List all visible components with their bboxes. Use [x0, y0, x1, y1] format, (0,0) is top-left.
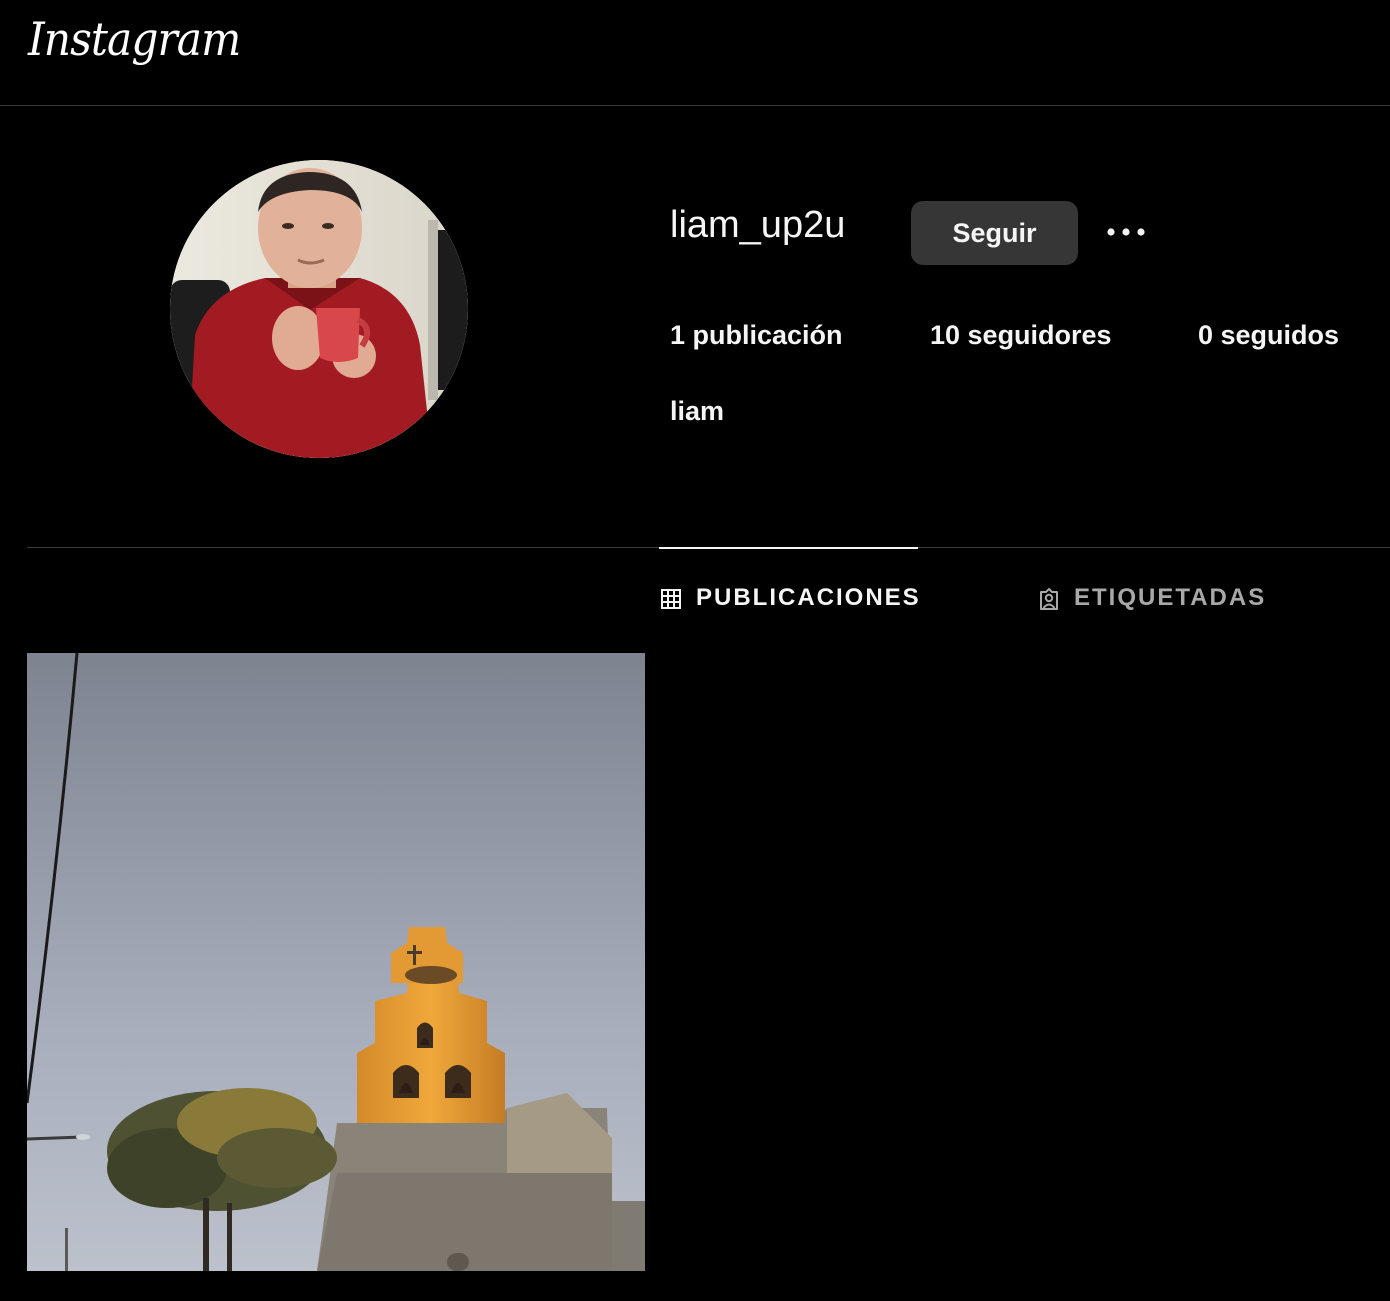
tab-posts[interactable]: PUBLICACIONES	[659, 547, 921, 647]
tagged-user-icon	[1037, 587, 1061, 611]
top-bar: Instagram	[0, 0, 1390, 106]
profile-display-name: liam	[670, 396, 725, 426]
tab-tagged[interactable]: ETIQUETADAS	[1037, 548, 1266, 648]
posts-count: 1 publicación	[670, 320, 843, 350]
post-thumbnail[interactable]	[27, 653, 645, 1271]
tab-posts-label: PUBLICACIONES	[696, 584, 921, 611]
profile-header: liam_up2u Seguir 1 publicación 10 seguid…	[0, 106, 1390, 548]
instagram-logo[interactable]: Instagram	[28, 16, 241, 62]
more-horizontal-icon	[1107, 228, 1145, 236]
followers-count[interactable]: 10 seguidores	[930, 322, 1112, 349]
grid-icon	[659, 587, 683, 611]
following-count[interactable]: 0 seguidos	[1198, 322, 1339, 349]
post-image	[27, 653, 645, 1271]
avatar[interactable]	[170, 160, 468, 458]
profile-username: liam_up2u	[670, 204, 846, 246]
more-options-button[interactable]	[1100, 210, 1152, 254]
follow-button[interactable]: Seguir	[911, 201, 1078, 265]
tab-tagged-label: ETIQUETADAS	[1074, 584, 1267, 611]
avatar-image	[170, 160, 468, 458]
